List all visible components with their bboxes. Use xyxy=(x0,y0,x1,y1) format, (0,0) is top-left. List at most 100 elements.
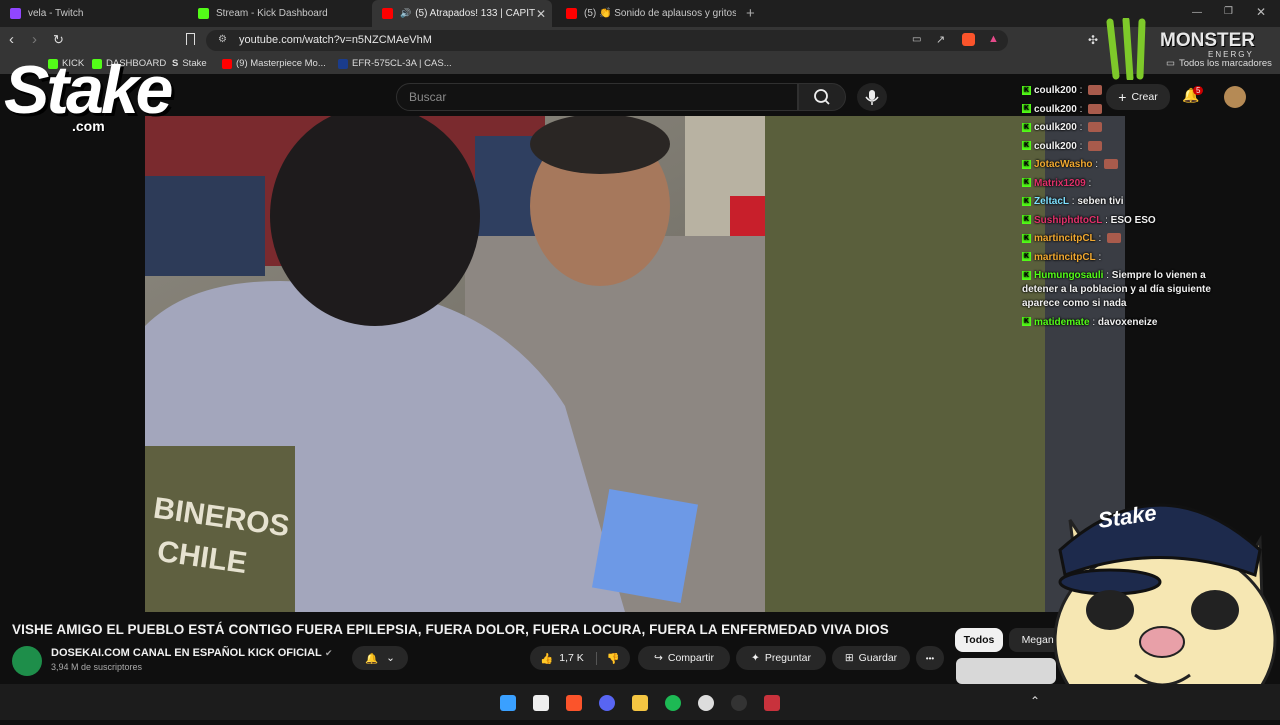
youtube-icon xyxy=(222,58,232,69)
folder-icon: ▭ xyxy=(1166,58,1175,69)
search-placeholder: Buscar xyxy=(409,90,447,104)
bookmark-page-icon[interactable] xyxy=(186,33,195,45)
stake-logo-suffix: .com xyxy=(72,118,105,134)
dislike-icon[interactable]: 👎 xyxy=(595,651,620,665)
chat-separator: : xyxy=(1102,214,1111,226)
chat-username[interactable]: JotacWasho xyxy=(1034,159,1093,170)
kick-badge-icon: K xyxy=(1022,317,1031,327)
kick-badge-icon: K xyxy=(1022,122,1031,132)
kick-badge-icon: K xyxy=(1022,85,1031,95)
file-explorer-icon[interactable] xyxy=(632,695,648,711)
discord-icon[interactable] xyxy=(599,695,615,711)
ask-button[interactable]: ✦ Preguntar xyxy=(736,646,826,670)
chat-username[interactable]: coulk200 xyxy=(1034,85,1077,96)
share-page-icon[interactable]: ↗ xyxy=(936,33,945,46)
chat-username[interactable]: coulk200 xyxy=(1034,104,1077,115)
app-icon[interactable] xyxy=(764,695,780,711)
chat-username[interactable]: martincitpCL xyxy=(1034,233,1096,244)
chat-message: KmartincitpCL : xyxy=(1022,232,1232,246)
tab-youtube-aplausos[interactable]: (5) 👏 Sonido de aplausos y gritos d xyxy=(556,0,736,27)
tab-label: Stream - Kick Dashboard xyxy=(216,8,328,19)
share-button[interactable]: ↪ Compartir xyxy=(638,646,730,670)
chat-username[interactable]: coulk200 xyxy=(1034,141,1077,152)
save-button[interactable]: ⊞ Guardar xyxy=(832,646,910,670)
chat-username[interactable]: martincitpCL xyxy=(1034,252,1096,263)
chat-message: KmartincitpCL : xyxy=(1022,251,1232,265)
windows-start-icon[interactable] xyxy=(500,695,516,711)
channel-avatar[interactable] xyxy=(12,646,42,676)
bookmarks-bar: KICK DASHBOARD S Stake (9) Masterpiece Mo… xyxy=(0,54,1280,74)
video-title: VISHE AMIGO EL PUEBLO ESTÁ CONTIGO FUERA… xyxy=(12,622,889,637)
extensions-icon[interactable]: ✣ xyxy=(1088,33,1098,47)
tray-chevron-icon[interactable]: ⌃ xyxy=(1030,694,1040,708)
chat-username[interactable]: Matrix1209 xyxy=(1034,178,1086,189)
voice-search-button[interactable] xyxy=(857,83,887,111)
search-icon xyxy=(814,89,830,105)
site-info-icon[interactable]: ⚙ xyxy=(218,34,227,45)
chat-username[interactable]: ZeltacL xyxy=(1034,196,1069,207)
back-icon[interactable]: ‹ xyxy=(9,31,14,48)
save-label: Guardar xyxy=(858,652,898,664)
chat-text: ESO ESO xyxy=(1110,214,1156,226)
chat-separator: : xyxy=(1076,140,1086,152)
chat-separator: : xyxy=(1085,177,1092,189)
like-icon[interactable]: 👍 xyxy=(540,652,553,665)
close-tab-icon[interactable]: ✕ xyxy=(536,7,546,21)
chat-username[interactable]: Humungosauli xyxy=(1034,270,1103,281)
filter-chip-all[interactable]: Todos xyxy=(955,628,1003,652)
kick-badge-icon: K xyxy=(1022,270,1031,280)
chat-emote-icon xyxy=(1107,233,1122,244)
chat-emote-icon xyxy=(1088,103,1103,114)
chat-separator: : xyxy=(1076,122,1086,133)
task-view-icon[interactable] xyxy=(533,695,549,711)
restore-icon[interactable]: ❐ xyxy=(1224,6,1233,17)
chat-emote-icon xyxy=(1103,159,1118,170)
search-input[interactable]: Buscar xyxy=(396,83,798,111)
youtube-icon xyxy=(382,8,393,19)
brave-rewards-icon[interactable]: ▲ xyxy=(988,33,999,45)
new-tab-button[interactable]: + xyxy=(746,5,755,22)
more-actions-button[interactable]: ••• xyxy=(916,646,944,670)
video-player[interactable]: BINEROS CHILE xyxy=(145,116,1125,612)
search-button[interactable] xyxy=(798,83,846,111)
bookmark-label: Todos los marcadores xyxy=(1178,58,1272,69)
tab-kick-dashboard[interactable]: Stream - Kick Dashboard xyxy=(188,0,370,27)
stake-logo: Stake xyxy=(4,52,173,128)
chrome-icon[interactable] xyxy=(698,695,714,711)
bookmark-label: (9) Masterpiece Mo... xyxy=(236,58,326,69)
monster-logo-text: MONSTER xyxy=(1160,30,1255,51)
chat-username[interactable]: SushiphdtoCL xyxy=(1034,215,1102,226)
tab-label: vela - Twitch xyxy=(28,8,84,19)
address-bar[interactable]: ⚙ youtube.com/watch?v=n5NZCMAeVhM ▭ ↗ ▲ xyxy=(206,30,1008,51)
forward-icon[interactable]: › xyxy=(32,31,37,48)
obs-icon[interactable] xyxy=(731,695,747,711)
kick-badge-icon: K xyxy=(1022,233,1031,243)
spotify-icon[interactable] xyxy=(665,695,681,711)
monster-energy-text: ENERGY xyxy=(1208,50,1254,59)
browser-toolbar: ‹ › ↻ ⚙ youtube.com/watch?v=n5NZCMAeVhM … xyxy=(0,27,1280,54)
channel-name[interactable]: DOSEKAI.COM CANAL EN ESPAÑOL KICK OFICIA… xyxy=(51,647,322,659)
all-bookmarks[interactable]: ▭ Todos los marcadores xyxy=(1166,58,1272,69)
tab-youtube-atrapados[interactable]: 🔊 (5) Atrapados! 133 | CAPÍTULO ✕ xyxy=(372,0,552,27)
tab-twitch[interactable]: vela - Twitch xyxy=(0,0,186,27)
reload-icon[interactable]: ↻ xyxy=(53,32,64,48)
kick-badge-icon: K xyxy=(1022,215,1031,225)
bookmark-label: EFR-575CL-3A | CAS... xyxy=(352,58,452,69)
bookmark-masterpiece[interactable]: (9) Masterpiece Mo... xyxy=(222,58,326,69)
chat-message: Kcoulk200 : xyxy=(1022,84,1232,98)
casio-icon xyxy=(338,58,348,69)
chat-separator: : xyxy=(1076,85,1086,96)
brave-icon[interactable] xyxy=(566,695,582,711)
save-icon: ⊞ xyxy=(844,652,854,664)
minimize-icon[interactable]: — xyxy=(1192,7,1202,18)
cast-icon[interactable]: ▭ xyxy=(912,34,921,45)
chat-message: K Humungosauli : Siempre lo vienen a dete… xyxy=(1022,269,1232,311)
close-window-icon[interactable]: ✕ xyxy=(1256,5,1266,19)
bookmark-casio[interactable]: EFR-575CL-3A | CAS... xyxy=(338,58,452,69)
notification-bell-button[interactable]: 🔔 ⌄ xyxy=(352,646,408,670)
brave-shield-icon[interactable] xyxy=(962,33,975,46)
chat-username[interactable]: coulk200 xyxy=(1034,122,1077,133)
chat-overlay: Kcoulk200 : Kcoulk200 : Kcoulk200 : Kcou… xyxy=(1022,84,1232,334)
bookmark-stake[interactable]: S Stake xyxy=(172,58,207,69)
chat-username[interactable]: matidemate xyxy=(1034,317,1090,328)
